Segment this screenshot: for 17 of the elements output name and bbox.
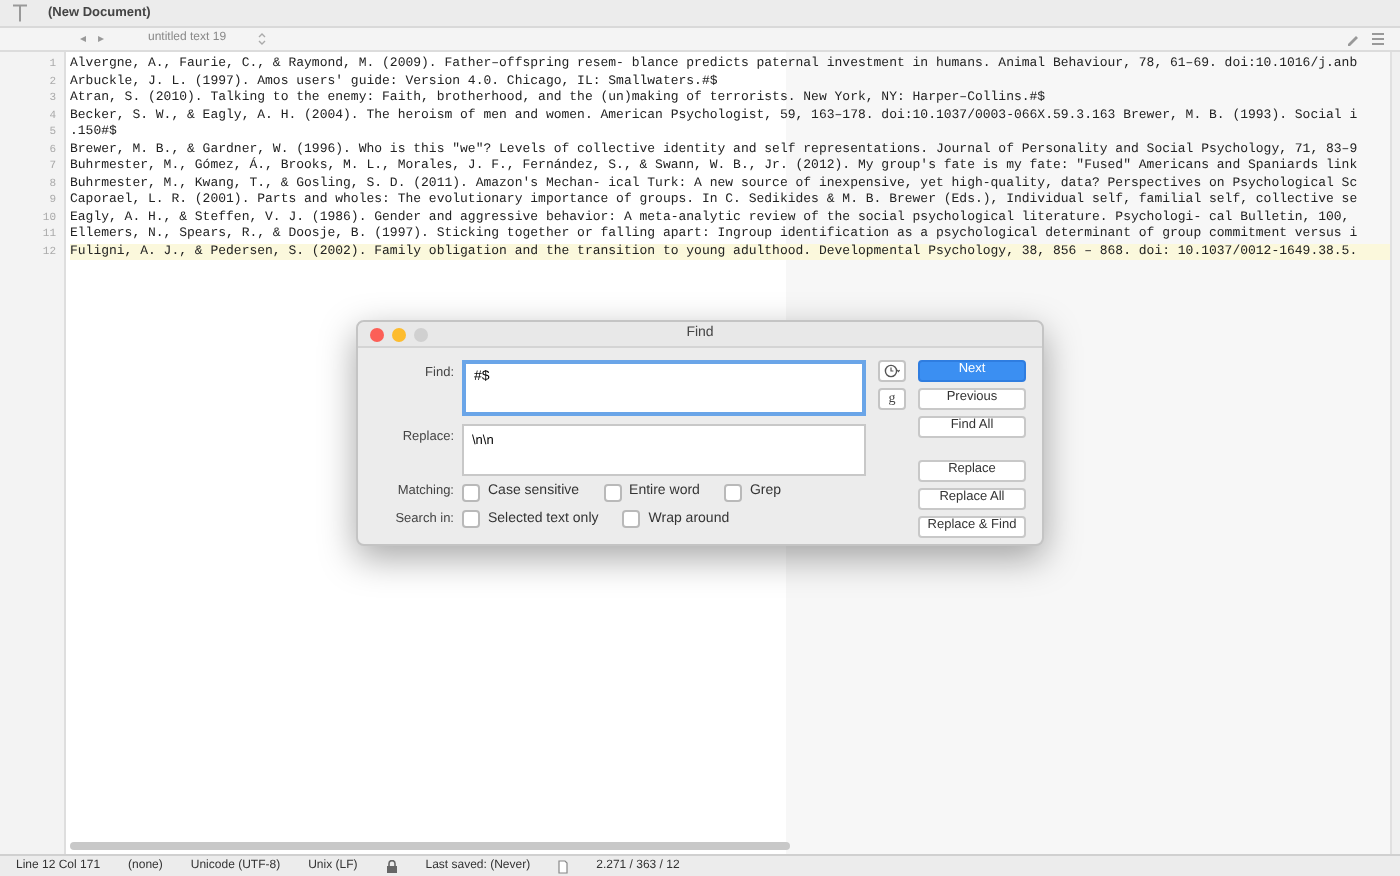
list-icon[interactable] <box>1372 32 1388 46</box>
checkbox[interactable] <box>622 510 641 529</box>
updown-icon <box>258 32 267 46</box>
clock-menu-icon[interactable] <box>878 360 906 382</box>
pen-icon[interactable] <box>1346 32 1360 46</box>
text-icon <box>12 4 28 22</box>
document-icon[interactable] <box>558 859 569 873</box>
horizontal-scrollbar[interactable] <box>70 842 790 850</box>
checkbox[interactable] <box>462 483 480 502</box>
checkbox[interactable] <box>462 510 480 529</box>
checkbox[interactable] <box>723 483 742 502</box>
lock-icon[interactable] <box>385 859 398 873</box>
zoom-button[interactable] <box>414 327 428 341</box>
checkbox[interactable] <box>603 483 622 502</box>
vertical-scrollbar[interactable] <box>1390 52 1400 854</box>
minimize-button[interactable] <box>392 327 406 341</box>
close-button[interactable] <box>370 327 384 341</box>
